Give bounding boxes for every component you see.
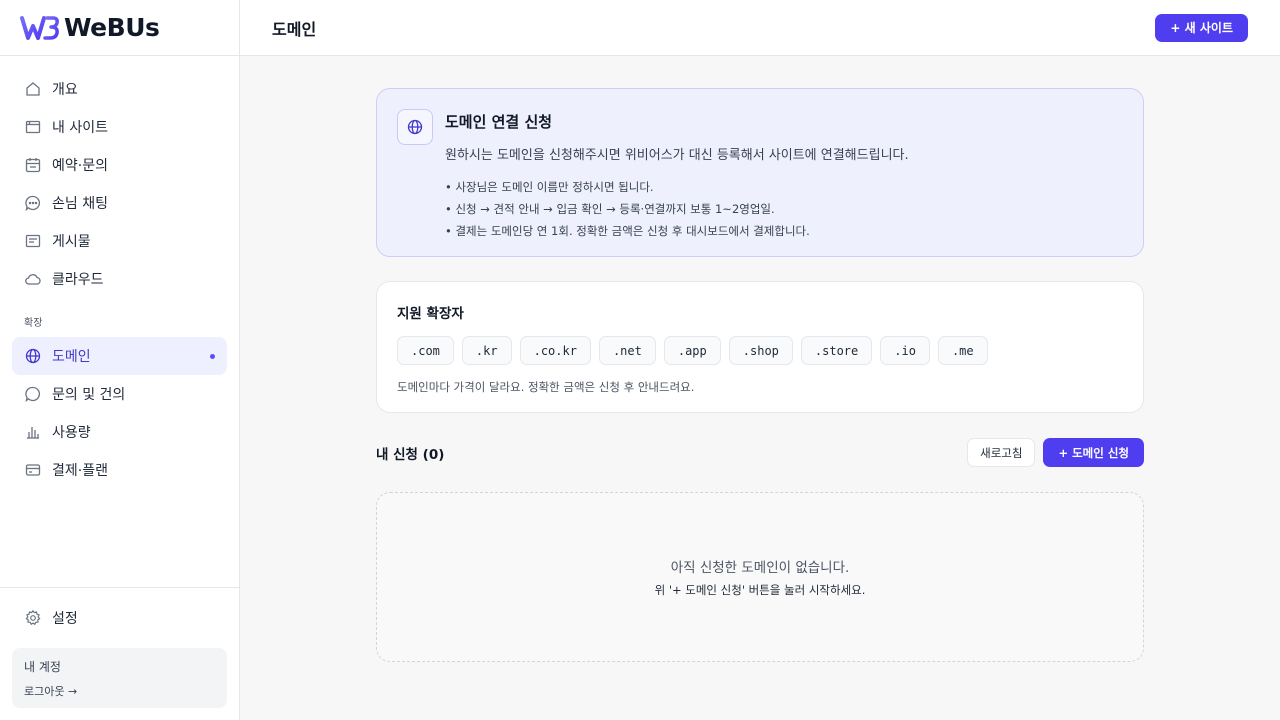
empty-state: 아직 신청한 도메인이 없습니다. 위 '+ 도메인 신청' 버튼을 눌러 시작…	[376, 492, 1144, 662]
sidebar-item-label: 사용량	[52, 425, 91, 441]
info-title: 도메인 연결 신청	[445, 113, 553, 131]
extension-chip: .com	[397, 336, 454, 365]
bar-chart-icon	[24, 423, 42, 441]
info-description: 원하시는 도메인을 신청해주시면 위비어스가 대신 등록해서 사이트에 연결해드…	[445, 148, 909, 163]
sidebar-item-inquiries[interactable]: 문의 및 건의	[12, 375, 227, 413]
extension-chip: .me	[937, 336, 988, 365]
extension-chip: .app	[663, 336, 721, 365]
my-requests-title: 내 신청 (0)	[376, 446, 445, 463]
sidebar-item-label: 손님 채팅	[52, 196, 108, 212]
sidebar-footer: 설정 내 계정 로그아웃 →	[0, 587, 239, 720]
topbar: 도메인 + 새 사이트	[240, 0, 1280, 56]
brand-logo[interactable]: WeBUs	[0, 0, 239, 56]
globe-icon	[24, 347, 42, 365]
sidebar-item-label: 게시물	[52, 234, 91, 250]
sidebar-item-label: 클라우드	[52, 272, 104, 288]
sidebar-item-label: 문의 및 건의	[52, 387, 126, 403]
chat-bubble-icon	[24, 194, 42, 212]
extension-chip: .shop	[728, 336, 793, 365]
domain-info-card: 도메인 연결 신청 원하시는 도메인을 신청해주시면 위비어스가 대신 등록해서…	[376, 88, 1144, 257]
sidebar-item-label: 결제·플랜	[52, 463, 108, 479]
sidebar-item-label: 내 사이트	[52, 120, 108, 136]
settings-label: 설정	[52, 611, 78, 627]
sidebar-item-billing[interactable]: 결제·플랜	[12, 451, 227, 489]
empty-state-title: 아직 신청한 도메인이 없습니다.	[670, 560, 850, 576]
page-title: 도메인	[272, 19, 317, 39]
sidebar-item-guest-chat[interactable]: 손님 채팅	[0, 184, 239, 222]
main-nav: 개요 내 사이트 예약·문의 손님 채팅 게시물 클라우드 확장 도메인 문의 …	[0, 56, 239, 489]
logout-link[interactable]: 로그아웃 →	[24, 683, 215, 699]
extensions-title: 지원 확장자	[397, 306, 464, 322]
extension-chip: .net	[598, 336, 656, 365]
account-box: 내 계정 로그아웃 →	[12, 648, 227, 708]
info-bullet: • 사장님은 도메인 이름만 정하시면 됩니다.	[445, 180, 654, 194]
sidebar-item-reservations[interactable]: 예약·문의	[0, 146, 239, 184]
refresh-button[interactable]: 새로고침	[967, 438, 1036, 467]
my-requests-header: 내 신청 (0) 새로고침 + 도메인 신청	[376, 438, 1144, 467]
webus-logo-icon	[20, 15, 59, 40]
extensions-note: 도메인마다 가격이 달라요. 정확한 금액은 신청 후 안내드려요.	[397, 380, 695, 394]
sidebar-item-label: 개요	[52, 82, 78, 98]
info-body: 도메인 연결 신청 원하시는 도메인을 신청해주시면 위비어스가 대신 등록해서…	[445, 109, 909, 256]
chat-bubble-icon	[24, 385, 42, 403]
extension-chip: .io	[880, 336, 930, 365]
info-bullets: • 사장님은 도메인 이름만 정하시면 됩니다. • 신청 → 견적 안내 → …	[445, 176, 909, 242]
extension-chip: .co.kr	[519, 336, 591, 365]
supported-extensions-card: 지원 확장자 .com .kr .co.kr .net .app .shop .…	[376, 281, 1144, 413]
post-icon	[24, 232, 42, 250]
empty-state-hint: 위 '+ 도메인 신청' 버튼을 눌러 시작하세요.	[654, 583, 866, 597]
sidebar-item-cloud[interactable]: 클라우드	[0, 260, 239, 298]
new-site-button[interactable]: + 새 사이트	[1155, 13, 1248, 42]
new-domain-request-button[interactable]: + 도메인 신청	[1043, 438, 1144, 467]
gear-icon	[24, 609, 42, 627]
calendar-icon	[24, 156, 42, 174]
request-actions: 새로고침 + 도메인 신청	[967, 438, 1144, 467]
sidebar-item-overview[interactable]: 개요	[0, 70, 239, 108]
sidebar-item-settings[interactable]: 설정	[0, 599, 239, 637]
sidebar-item-domain[interactable]: 도메인	[12, 337, 227, 375]
brand-name: WeBUs	[64, 13, 160, 42]
extension-chip: .kr	[461, 336, 512, 365]
home-icon	[24, 80, 42, 98]
sidebar-item-usage[interactable]: 사용량	[12, 413, 227, 451]
extension-chip-list: .com .kr .co.kr .net .app .shop .store .…	[397, 336, 1123, 365]
globe-icon-box	[397, 109, 433, 145]
sidebar-item-posts[interactable]: 게시물	[0, 222, 239, 260]
main-content: 도메인 연결 신청 원하시는 도메인을 신청해주시면 위비어스가 대신 등록해서…	[376, 88, 1144, 662]
cloud-icon	[24, 270, 42, 288]
nav-section-extensions: 확장	[24, 318, 43, 329]
globe-icon	[407, 119, 423, 135]
account-title: 내 계정	[24, 660, 61, 674]
info-bullet: • 결제는 도메인당 연 1회. 정확한 금액은 신청 후 대시보드에서 결제합…	[445, 224, 810, 238]
credit-card-icon	[24, 461, 42, 479]
extension-chip: .store	[800, 336, 873, 365]
sidebar-item-my-sites[interactable]: 내 사이트	[0, 108, 239, 146]
info-bullet: • 신청 → 견적 안내 → 입금 확인 → 등록·연결까지 보통 1~2영업일…	[445, 202, 775, 216]
sidebar-item-label: 예약·문의	[52, 158, 108, 174]
browser-window-icon	[24, 118, 42, 136]
sidebar-item-label: 도메인	[52, 349, 91, 365]
sidebar: WeBUs 개요 내 사이트 예약·문의 손님 채팅 게시물 클라우드 확장 도…	[0, 0, 240, 720]
active-indicator-dot	[210, 353, 215, 359]
